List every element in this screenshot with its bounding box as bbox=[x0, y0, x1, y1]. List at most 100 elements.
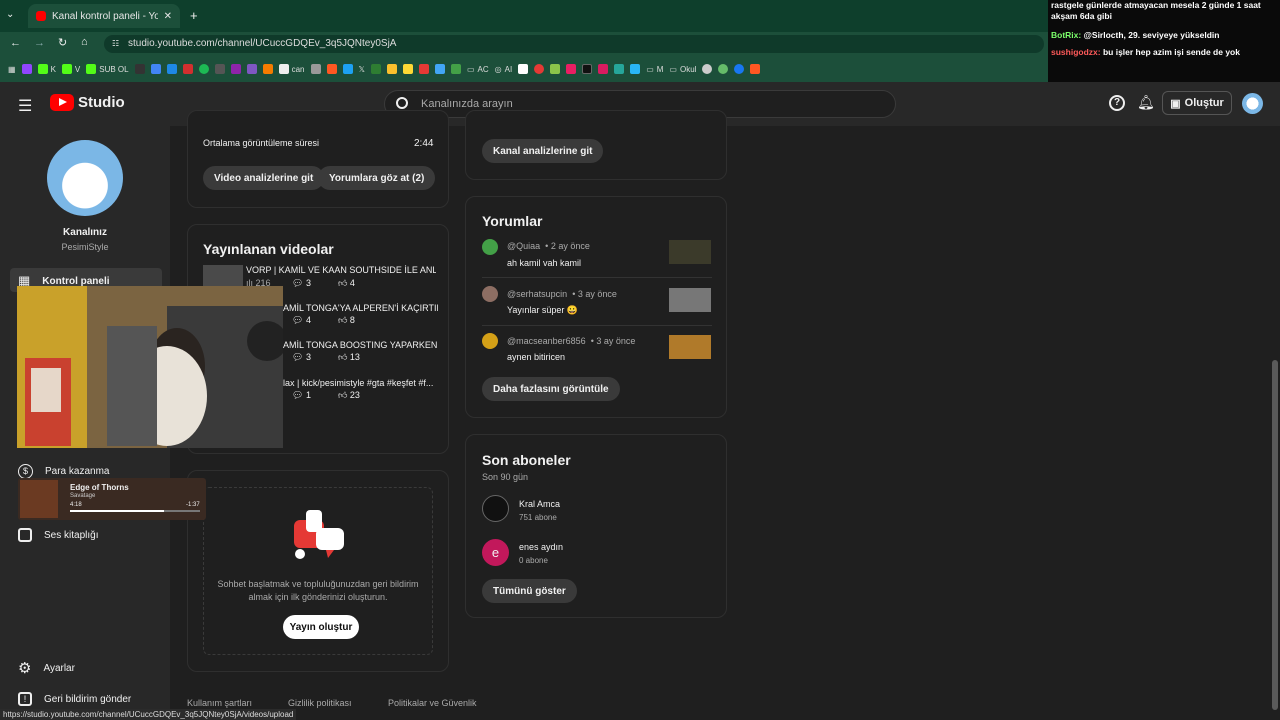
account-avatar[interactable] bbox=[1242, 93, 1263, 114]
search-placeholder: Kanalınızda arayın bbox=[421, 98, 513, 110]
bookmark-sub-ol[interactable]: SUB OL bbox=[86, 64, 129, 74]
video-title[interactable]: AMİL TONGA BOOSTING YAPARKEN ... bbox=[283, 340, 438, 350]
home-icon[interactable]: ⌂ bbox=[81, 36, 88, 48]
view-more-comments-button[interactable]: Daha fazlasını görüntüle bbox=[482, 377, 620, 401]
bookmark-icon[interactable] bbox=[734, 64, 745, 74]
video-comments: 💬︎ 1 bbox=[292, 390, 311, 400]
bookmark-twitch[interactable] bbox=[21, 64, 32, 74]
bookmark-icon[interactable] bbox=[702, 64, 713, 74]
subscriber-name[interactable]: enes aydın bbox=[519, 542, 563, 552]
bookmark-icon[interactable] bbox=[214, 64, 225, 74]
bookmark-icon[interactable] bbox=[134, 64, 145, 74]
terms-link[interactable]: Kullanım şartları bbox=[187, 698, 252, 708]
video-title[interactable]: VORP | KAMİL VE KAAN SOUTHSIDE İLE ANLA.… bbox=[246, 265, 436, 275]
forward-icon[interactable]: → bbox=[34, 37, 45, 49]
search-icon[interactable] bbox=[396, 97, 408, 109]
show-all-subscribers-button[interactable]: Tümünü göster bbox=[482, 579, 577, 603]
commenter-avatar[interactable] bbox=[482, 239, 498, 255]
track-progress-fill bbox=[70, 510, 164, 512]
bookmark-icon[interactable] bbox=[326, 64, 337, 74]
subscriber-avatar[interactable] bbox=[482, 495, 509, 522]
bookmark-icon[interactable] bbox=[182, 64, 193, 74]
bookmark-can[interactable]: can bbox=[278, 64, 305, 74]
channel-analytics-button[interactable]: Kanal analizlerine git bbox=[482, 139, 604, 163]
bookmark-icon[interactable] bbox=[310, 64, 321, 74]
site-info-icon[interactable]: ☷ bbox=[112, 39, 119, 48]
video-likes: 👍︎ 13 bbox=[338, 352, 360, 362]
channel-title: Kanalınız bbox=[63, 227, 107, 238]
bookmark-icon[interactable] bbox=[434, 64, 445, 74]
bookmark-icon[interactable] bbox=[402, 64, 413, 74]
video-title[interactable]: lax | kick/pesimistyle #gta #keşfet #f..… bbox=[283, 378, 438, 388]
bookmark-ai[interactable]: ◎ AI bbox=[495, 65, 513, 74]
view-comments-button[interactable]: Yorumlara göz at (2) bbox=[318, 166, 436, 190]
bookmark-icon[interactable] bbox=[750, 64, 761, 74]
bookmark-icon[interactable] bbox=[518, 64, 529, 74]
comment-video-thumbnail[interactable] bbox=[669, 240, 711, 264]
bookmark-icon[interactable] bbox=[534, 64, 545, 74]
bookmark-icon[interactable] bbox=[150, 64, 161, 74]
bookmark-icon[interactable] bbox=[450, 64, 461, 74]
bookmark-icon[interactable] bbox=[718, 64, 729, 74]
comment-video-thumbnail[interactable] bbox=[669, 335, 711, 359]
video-analytics-button[interactable]: Video analizlerine git bbox=[203, 166, 325, 190]
bookmark-icon[interactable] bbox=[262, 64, 273, 74]
commenter-avatar[interactable] bbox=[482, 286, 498, 302]
bookmark-icon[interactable] bbox=[630, 64, 641, 74]
bookmark-icon[interactable] bbox=[566, 64, 577, 74]
tab-list-chevron-icon[interactable]: ⌄ bbox=[6, 9, 14, 20]
url-bar[interactable]: studio.youtube.com/channel/UCuccGDQEv_3q… bbox=[104, 35, 1044, 53]
bell-icon[interactable]: 🔔︎ bbox=[1137, 94, 1155, 111]
sidebar-item-monetization[interactable]: $ Para kazanma bbox=[18, 464, 109, 479]
subscriber-avatar[interactable]: e bbox=[482, 539, 509, 566]
bookmark-icon[interactable] bbox=[230, 64, 241, 74]
browser-tab[interactable]: Kanal kontrol paneli - YouTube ✕ bbox=[28, 4, 180, 28]
bookmark-icon[interactable] bbox=[598, 64, 609, 74]
commenter-avatar[interactable] bbox=[482, 333, 498, 349]
comments-title: Yorumlar bbox=[482, 213, 543, 229]
track-remaining: -1:37 bbox=[186, 502, 200, 508]
subscribers-period: Son 90 gün bbox=[482, 472, 529, 482]
sidebar-item-settings[interactable]: ⚙ Ayarlar bbox=[18, 659, 75, 677]
new-tab-icon[interactable]: + bbox=[190, 8, 198, 23]
bookmark-k[interactable]: K bbox=[37, 64, 56, 74]
comment-video-thumbnail[interactable] bbox=[669, 288, 711, 312]
back-icon[interactable]: ← bbox=[10, 37, 21, 49]
folder-okul[interactable]: ▭ Okul bbox=[669, 65, 696, 74]
bookmark-icon[interactable] bbox=[614, 64, 625, 74]
apps-icon[interactable]: ▦ bbox=[8, 65, 16, 74]
folder-m[interactable]: ▭ M bbox=[646, 65, 663, 74]
close-tab-icon[interactable]: ✕ bbox=[164, 11, 172, 22]
bookmark-icon[interactable] bbox=[166, 64, 177, 74]
video-thumbnail[interactable] bbox=[203, 265, 243, 287]
status-bar-url: https://studio.youtube.com/channel/UCucc… bbox=[0, 709, 297, 720]
create-post-button[interactable]: Yayın oluştur bbox=[283, 615, 359, 639]
x-icon[interactable]: 𝕏 bbox=[359, 65, 365, 74]
bookmark-icon[interactable] bbox=[386, 64, 397, 74]
avg-view-duration-label: Ortalama görüntüleme süresi bbox=[203, 138, 320, 148]
tab-title: Kanal kontrol paneli - YouTube bbox=[52, 10, 158, 22]
bookmark-v[interactable]: V bbox=[61, 64, 80, 74]
bookmark-icon[interactable] bbox=[418, 64, 429, 74]
comment-meta: @Quiaa • 2 ay önce bbox=[507, 241, 590, 251]
bookmark-icon[interactable] bbox=[582, 64, 593, 74]
folder-ac[interactable]: ▭ AC bbox=[467, 65, 489, 74]
privacy-link[interactable]: Gizlilik politikası bbox=[288, 698, 352, 708]
bookmark-icon[interactable] bbox=[246, 64, 257, 74]
bookmark-icon[interactable] bbox=[550, 64, 561, 74]
channel-avatar[interactable] bbox=[47, 140, 123, 216]
bookmark-icon[interactable] bbox=[370, 64, 381, 74]
bookmark-icon[interactable] bbox=[198, 64, 209, 74]
bookmark-icon[interactable] bbox=[342, 64, 353, 74]
menu-icon[interactable]: ☰ bbox=[18, 96, 32, 116]
policies-link[interactable]: Politikalar ve Güvenlik bbox=[388, 698, 477, 708]
help-icon[interactable]: ? bbox=[1109, 95, 1125, 111]
studio-logo[interactable]: Studio bbox=[50, 94, 125, 111]
create-button[interactable]: ▣ Oluştur bbox=[1162, 91, 1232, 115]
video-title[interactable]: AMİL TONGA'YA ALPEREN'İ KAÇIRTIP... bbox=[283, 303, 438, 313]
subscriber-name[interactable]: Kral Amca bbox=[519, 499, 560, 509]
sidebar-item-audio-library[interactable]: Ses kitaplığı bbox=[18, 528, 98, 542]
reload-icon[interactable]: ↻ bbox=[58, 36, 67, 49]
page-scrollbar[interactable] bbox=[1272, 360, 1278, 710]
sidebar-item-feedback[interactable]: ! Geri bildirim gönder bbox=[18, 692, 131, 706]
